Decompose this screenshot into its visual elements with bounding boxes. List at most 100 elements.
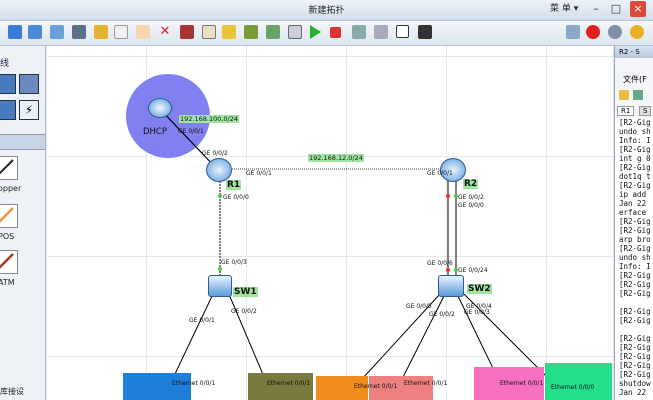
port-label: GE 0/0/1 (178, 128, 204, 135)
capture-icon[interactable] (288, 25, 302, 39)
new-topology-icon[interactable] (8, 25, 22, 39)
link-sw1-pc1 (173, 291, 215, 377)
custom-icon[interactable] (244, 25, 258, 39)
device-category-cable[interactable]: ⚡ (19, 100, 39, 120)
cli-line: ip add (619, 190, 651, 199)
stop-device-icon[interactable] (330, 27, 341, 38)
port-label: GE 0/0/2 (202, 150, 228, 157)
cli-line: Jan 22 (619, 388, 651, 397)
cli-title: R2 - S (615, 46, 653, 58)
cable-copper-icon[interactable] (0, 156, 18, 180)
rectangle-icon[interactable] (222, 25, 236, 39)
cli-line: [R2-Gig (619, 289, 651, 298)
chevron-down-icon: ▾ (573, 4, 579, 14)
device-category-router[interactable] (0, 74, 16, 94)
cli-line: erface (619, 208, 651, 217)
cli-tab-r1[interactable]: R1 (617, 106, 635, 116)
sw2-name: SW2 (467, 284, 492, 294)
menu-label: 菜 单 (550, 4, 571, 14)
topology-canvas[interactable]: DHCP 192.168.100.0/24 GE 0/0/1 R1 GE 0/0… (46, 46, 613, 400)
cli-line: undo sh (619, 127, 651, 136)
save-as-icon[interactable] (50, 25, 64, 39)
switch-sw1-icon[interactable] (208, 275, 232, 297)
port-label: GE 0/0/1 (246, 170, 272, 177)
maximize-button[interactable]: □ (608, 1, 624, 17)
pan-icon[interactable] (136, 25, 150, 39)
cli-line: dot1q t (619, 172, 651, 181)
cli-line: arp bro (619, 235, 651, 244)
cli-line: [R2-Gig (619, 244, 651, 253)
palette-icon[interactable] (374, 25, 388, 39)
cli-line: [R2-Gig (619, 334, 651, 343)
zoom-icon[interactable] (266, 25, 280, 39)
cli-line: int g 0 (619, 154, 651, 163)
settings-icon[interactable] (608, 25, 622, 39)
cli-line: [R2-Gig (619, 226, 651, 235)
cable-pos-icon[interactable] (0, 204, 18, 228)
cli-line: [R2-Gig (619, 145, 651, 154)
cli-line: [R2-Gig (619, 163, 651, 172)
cable-section-header (0, 134, 45, 150)
start-device-icon[interactable] (310, 25, 321, 39)
cli-line: [R2-Gig (619, 370, 651, 379)
router-r1-icon[interactable] (206, 158, 232, 182)
fullscreen-icon[interactable] (396, 25, 409, 38)
port-label: GE 0/0/1 (427, 170, 453, 177)
cli-line: Jan 22 (619, 199, 651, 208)
sw1-name: SW1 (233, 287, 258, 297)
cli-output[interactable]: [R2-Gig undo sh Info: I [R2-Gig int g 0 [R2-G… (615, 118, 653, 400)
device-panel: 线 ⚡ opper POS ATM 库接设 (0, 46, 46, 400)
cable-pos-label: POS (0, 232, 15, 241)
text-note-icon[interactable] (202, 25, 216, 39)
cli-toolbar-icon[interactable] (619, 90, 629, 100)
link-subnet-label: 192.168.12.0/24 (308, 154, 364, 162)
cli-tab-s[interactable]: S (639, 106, 652, 116)
port-label: GE 0/0/2 (231, 308, 257, 315)
select-icon[interactable] (114, 25, 128, 39)
cli-line: [R2-Gig (619, 181, 651, 190)
main-menu-button[interactable]: 菜 单 ▾ (546, 0, 582, 18)
cli-line: [R2-Gig (619, 343, 651, 352)
save-icon[interactable] (28, 25, 42, 39)
panel-header: 线 (0, 59, 10, 69)
pc-port-label: Ethernet 0/0/1 (172, 380, 216, 387)
server-icon[interactable] (148, 98, 172, 118)
capture-data-icon[interactable] (352, 25, 366, 39)
snapshot-icon[interactable] (418, 25, 432, 39)
cli-menu-file[interactable]: 文件(F (623, 74, 647, 85)
cli-line: [R2-Gig (619, 352, 651, 361)
console-icon[interactable] (566, 25, 580, 39)
port-label: GE 0/0/2 (429, 311, 455, 318)
huawei-icon[interactable] (586, 25, 600, 39)
close-button[interactable]: × (630, 1, 646, 17)
cli-line: Info: I (619, 136, 651, 145)
port-label: GE 0/0/6 (427, 260, 453, 267)
port-label: GE 0/0/24 (458, 267, 488, 274)
r1-name: R1 (226, 180, 242, 190)
dhcp-subnet-label: 192.168.100.0/24 (179, 115, 240, 123)
cli-line: [R2-Gig (619, 118, 651, 127)
port-label: GE 0/0/2 (458, 194, 484, 201)
minimize-button[interactable]: – (588, 1, 604, 17)
cli-line: [R2-Gig (619, 307, 651, 316)
pc-port-label: Ethernet 0/0/1 (354, 383, 398, 390)
cli-line: [R2-Gig (619, 280, 651, 289)
dhcp-name: DHCP (143, 127, 167, 137)
port-label: GE 0/0/3 (464, 309, 490, 316)
port-label: GE 0/0/5 (406, 303, 432, 310)
cli-line: [R2-Gig (619, 361, 651, 370)
print-icon[interactable] (72, 25, 86, 39)
undo-icon[interactable] (94, 25, 108, 39)
pc-port-label: Ethernet 0/0/1 (404, 380, 448, 387)
switch-sw2-icon[interactable] (438, 275, 464, 297)
cable-atm-label: ATM (0, 278, 15, 287)
delete-link-icon[interactable] (180, 25, 194, 39)
cli-line: Info: I (619, 262, 651, 271)
help-icon[interactable] (630, 25, 644, 39)
cli-toolbar-icon[interactable] (633, 90, 643, 100)
device-category-pc[interactable] (0, 100, 16, 120)
port-dot (218, 194, 222, 198)
cable-atm-icon[interactable] (0, 250, 18, 274)
device-category-switch[interactable] (19, 74, 39, 94)
delete-icon[interactable]: ✕ (158, 25, 172, 39)
